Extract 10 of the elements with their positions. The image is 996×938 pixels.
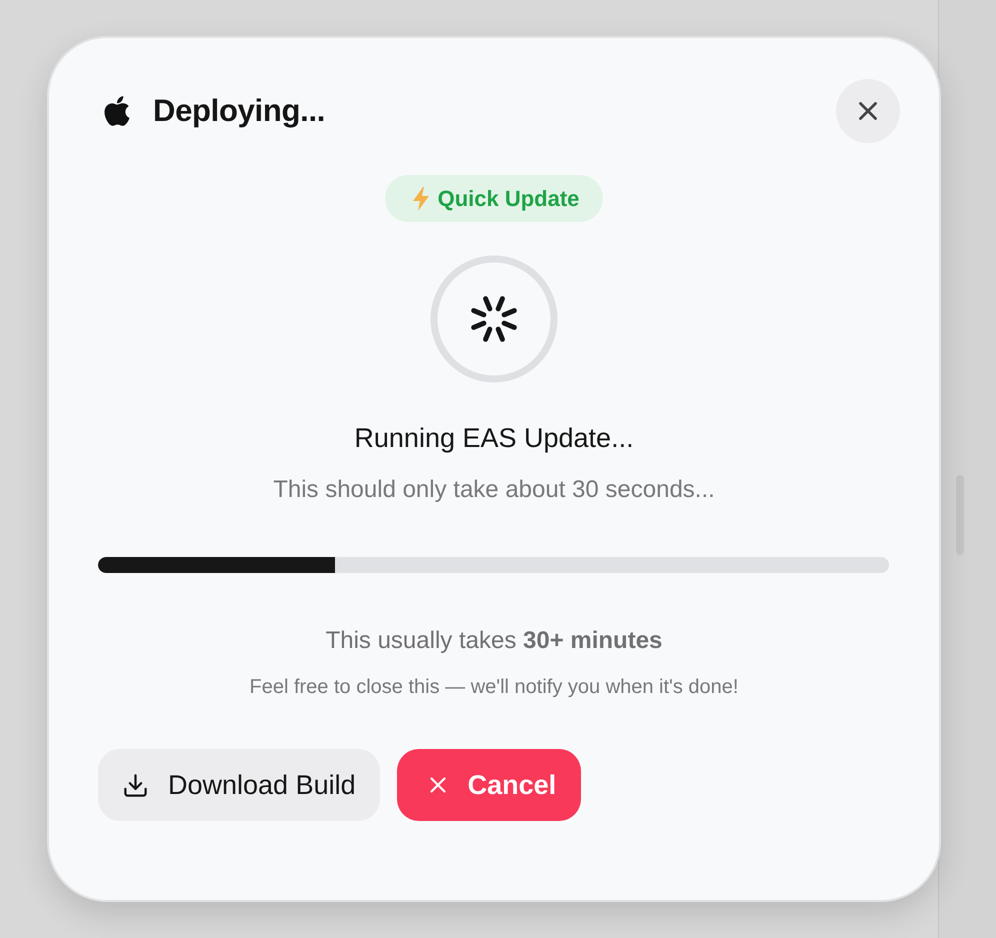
download-button[interactable]: Download Build [98,749,380,821]
time-estimate: This usually takes 30+ minutes [326,626,662,656]
lightning-icon [412,186,429,210]
cancel-button[interactable]: Cancel [396,749,582,821]
dialog-title: Deploying... [153,93,326,129]
notify-hint: Feel free to close this — we'll notify you when it's done! [250,675,738,700]
download-icon [122,772,149,798]
status-subheading: This should only take about 30 seconds... [273,475,715,505]
badge-label: Quick Update [438,186,580,212]
status-heading: Running EAS Update... [354,422,634,455]
